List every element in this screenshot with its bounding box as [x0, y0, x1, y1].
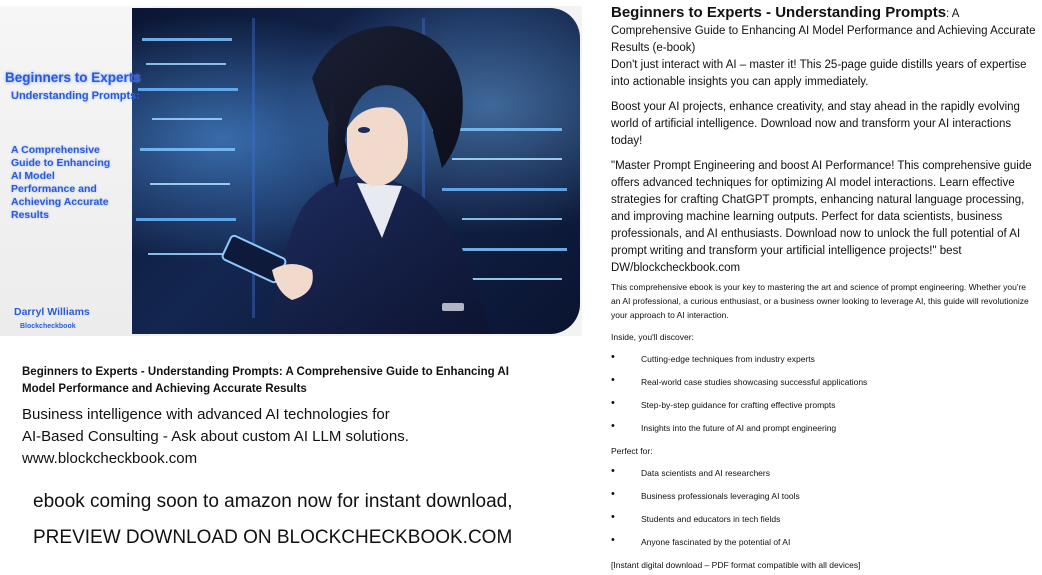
promo-line-1: Business intelligence with advanced AI t…	[22, 406, 390, 423]
bullet-icon: •	[611, 397, 615, 409]
preview-download-notice: PREVIEW DOWNLOAD ON BLOCKCHECKBOOK.COM	[33, 527, 513, 548]
heading-title: Beginners to Experts - Understanding Pro…	[611, 4, 947, 21]
cover-illustration	[132, 8, 580, 334]
list-item: • Cutting-edge techniques from industry e…	[611, 351, 815, 364]
bullet-icon: •	[611, 374, 615, 386]
illustration-graphic	[136, 18, 567, 334]
list-item: • Anyone fascinated by the potential of A…	[611, 534, 791, 547]
bullet-icon: •	[611, 351, 615, 363]
description-heading: Beginners to Experts - Understanding Pro…	[611, 4, 1036, 57]
perfect-list: • Data scientists and AI researchers • Bus…	[611, 465, 1036, 558]
cover-title-line1: Beginners to Experts	[5, 70, 141, 85]
list-item: • Real-world case studies showcasing succ…	[611, 374, 868, 387]
list-item: • Insights into the future of AI and prom…	[611, 420, 837, 433]
paragraph-boost: Boost your AI projects, enhance creativi…	[611, 101, 1020, 147]
website-link[interactable]: www.blockcheckbook.com	[22, 448, 542, 470]
cover-brand: Blockcheckbook	[20, 323, 76, 330]
list-item: • Business professionals leveraging AI to…	[611, 488, 800, 501]
list-item: • Data scientists and AI researchers	[611, 465, 770, 478]
paragraph-quote: "Master Prompt Engineering and boost AI …	[611, 160, 1032, 274]
book-title: Beginners to Experts - Understanding Pro…	[22, 366, 509, 395]
cover-title-line2: Understanding Prompts:	[11, 90, 140, 102]
perfect-label: Perfect for:	[611, 446, 653, 456]
paragraph-intro: Don't just interact with AI – master it!…	[611, 59, 1027, 88]
bullet-icon: •	[611, 534, 615, 546]
bullet-icon: •	[611, 488, 615, 500]
inside-label: Inside, you'll discover:	[611, 332, 694, 342]
list-item: • Step-by-step guidance for crafting effe…	[611, 397, 836, 410]
bullet-icon: •	[611, 420, 615, 432]
promo-line-2: AI-Based Consulting - Ask about custom A…	[22, 428, 409, 445]
bullet-icon: •	[611, 511, 615, 523]
download-footer: [Instant digital download – PDF format c…	[611, 560, 861, 570]
availability-notice: ebook coming soon to amazon now for inst…	[33, 491, 513, 512]
list-item: • Students and educators in tech fields	[611, 511, 781, 524]
cover-author: Darryl Williams	[14, 306, 90, 318]
bullet-icon: •	[611, 465, 615, 477]
inside-list: • Cutting-edge techniques from industry e…	[611, 351, 1036, 444]
book-cover-image: Beginners to Experts Understanding Promp…	[0, 6, 582, 336]
cover-subtitle: A Comprehensive Guide to Enhancing AI Mo…	[11, 144, 111, 221]
paragraph-key: This comprehensive ebook is your key to …	[611, 282, 1029, 320]
product-description: Beginners to Experts - Understanding Pro…	[611, 4, 1036, 572]
promo-text: Business intelligence with advanced AI t…	[22, 404, 542, 470]
